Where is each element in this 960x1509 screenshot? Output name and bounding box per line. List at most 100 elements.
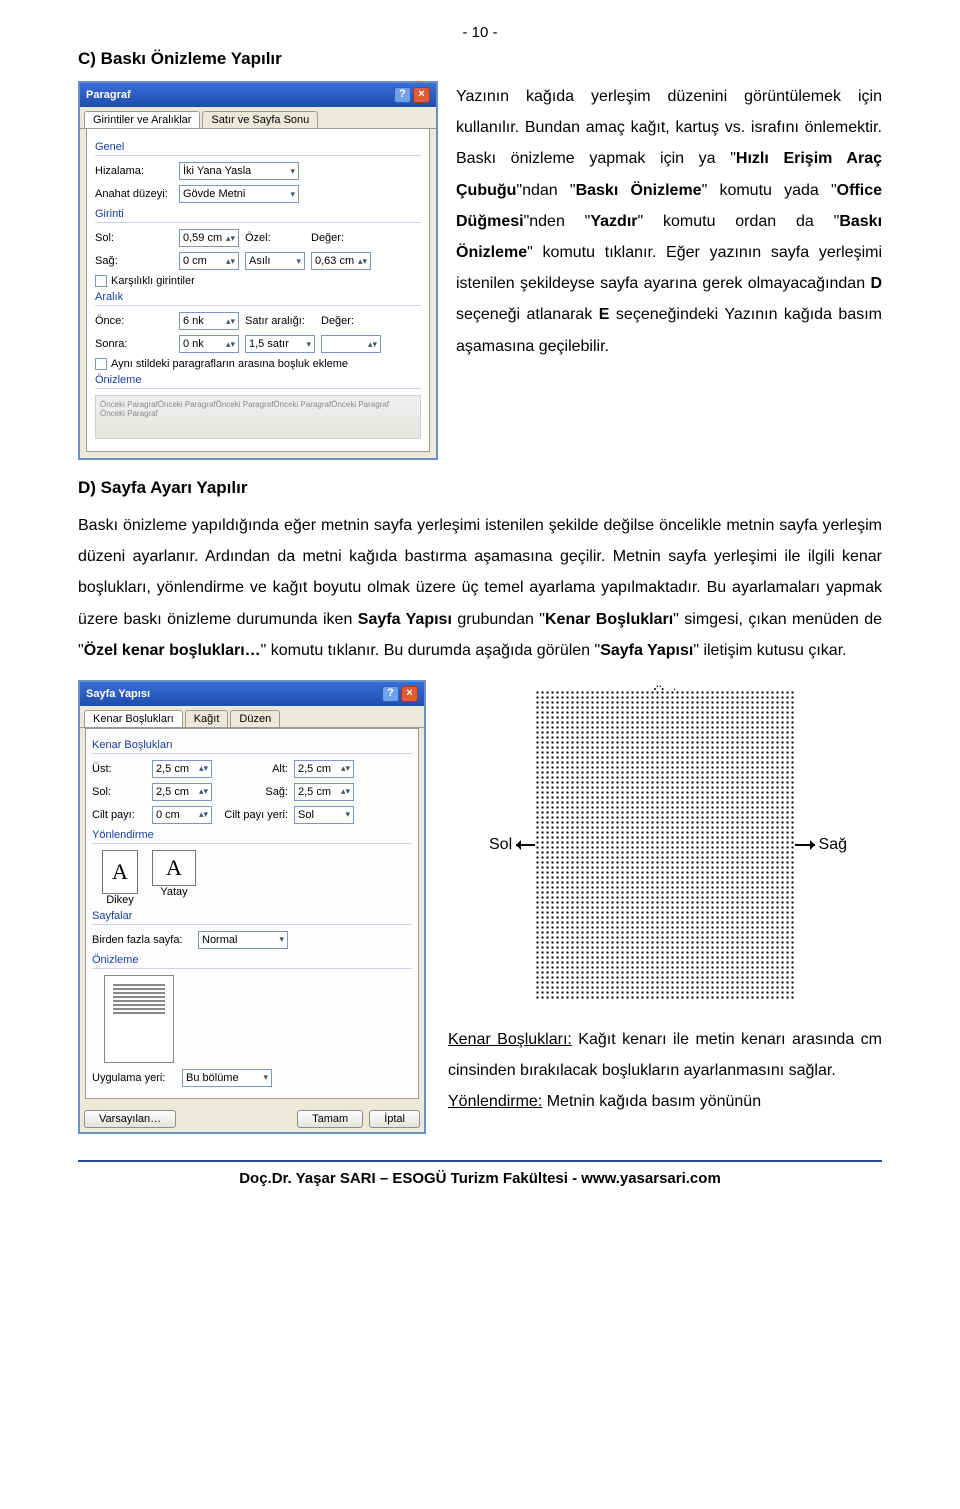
paragraf-title: Paragraf (86, 89, 131, 101)
chevron-down-icon: ▾ (306, 339, 311, 350)
page-number: - 10 - (78, 24, 882, 41)
document-page: - 10 - C) Baskı Önizleme Yapılır Paragra… (0, 0, 960, 1203)
margin-diagram-column: Üst Sol Sağ Alt Kenar Boşluklar (448, 680, 882, 1134)
chevron-down-icon: ▾ (345, 809, 350, 820)
sonra-spin[interactable]: 0 nk▴▾ (179, 335, 239, 353)
yonlendirme-text: Metnin kağıda basım yönünün (542, 1093, 761, 1110)
group-aralik: Aralık (95, 291, 421, 306)
help-icon[interactable]: ? (382, 686, 399, 702)
chevron-down-icon: ▾ (279, 934, 284, 945)
sag2-spin[interactable]: 2,5 cm ▴▾ (294, 783, 354, 801)
close-icon[interactable]: × (401, 686, 418, 702)
ls-value: 1,5 satır (249, 338, 289, 350)
tab-kenar[interactable]: Kenar Boşlukları (84, 710, 183, 727)
tab-girintiler[interactable]: Girintiler ve Aralıklar (84, 111, 200, 128)
spinner-icon: ▴▾ (199, 763, 208, 774)
ust-value: 2,5 cm (156, 763, 189, 775)
preview-box: Önceki ParagrafÖnceki ParagrafÖnceki Par… (95, 395, 421, 439)
chevron-down-icon: ▾ (290, 166, 295, 177)
birden-value: Normal (202, 934, 237, 946)
spinner-icon: ▴▾ (341, 763, 350, 774)
asili-combo[interactable]: Asılı ▾ (245, 252, 305, 270)
ust-spin[interactable]: 2,5 cm ▴▾ (152, 760, 212, 778)
chk-aynistil[interactable]: Aynı stildeki paragrafların arasına boşl… (95, 358, 421, 370)
orient-dikey[interactable]: ADikey (102, 850, 138, 906)
sol-label: Sol: (92, 786, 146, 798)
hizalama-value: İki Yana Yasla (183, 165, 251, 177)
margin-diagram: Üst Sol Sağ Alt (535, 690, 795, 1000)
paragraf-titlebar: Paragraf ? × (80, 83, 436, 107)
page-portrait-icon: A (102, 850, 138, 894)
anahat-label: Anahat düzeyi: (95, 188, 173, 200)
sag-spin[interactable]: 0 cm▴▾ (179, 252, 239, 270)
cilt-spin[interactable]: 0 cm ▴▾ (152, 806, 212, 824)
sol-margin-label: Sol (489, 836, 512, 854)
chk-karsilikli[interactable]: Karşılıklı girintiler (95, 275, 421, 287)
spinner-icon: ▴▾ (368, 339, 377, 350)
alt-value: 2,5 cm (298, 763, 331, 775)
body-paragraph: Baskı önizleme yapıldığında eğer metnin … (78, 510, 882, 666)
birden-combo[interactable]: Normal ▾ (198, 931, 288, 949)
once-spin[interactable]: 6 nk▴▾ (179, 312, 239, 330)
ciltyer-combo[interactable]: Sol▾ (294, 806, 354, 824)
chevron-down-icon: ▾ (290, 189, 295, 200)
ust-label: Üst: (92, 763, 146, 775)
spinner-icon: ▴▾ (341, 786, 350, 797)
chk-aynistil-label: Aynı stildeki paragrafların arasına boşl… (111, 358, 348, 370)
hizalama-combo[interactable]: İki Yana Yasla ▾ (179, 162, 299, 180)
titlebar-buttons: ? × (394, 87, 430, 103)
spinner-icon: ▴▾ (199, 809, 208, 820)
sag-margin-label: Sağ (819, 836, 847, 854)
bottom-row: Sayfa Yapısı ? × Kenar Boşlukları Kağıt … (78, 680, 882, 1134)
group-onizleme: Önizleme (95, 374, 421, 389)
spinner-icon: ▴▾ (226, 256, 235, 267)
help-icon[interactable]: ? (394, 87, 411, 103)
ozel-label: Özel: (245, 232, 305, 244)
iptal-button[interactable]: İptal (369, 1110, 420, 1128)
satiraraligi-label: Satır aralığı: (245, 315, 315, 327)
once-value: 6 nk (183, 315, 204, 327)
alt-spin[interactable]: 2,5 cm ▴▾ (294, 760, 354, 778)
sol2-value: 2,5 cm (156, 786, 189, 798)
dikey-label: Dikey (102, 894, 138, 906)
orientation-row: ADikey AYatay (102, 850, 412, 906)
chevron-down-icon: ▾ (263, 1072, 268, 1083)
tab-satirsayfa[interactable]: Satır ve Sayfa Sonu (202, 111, 318, 128)
text-region-icon (535, 690, 795, 1000)
asili-deg-spin[interactable]: 0,63 cm ▴▾ (311, 252, 371, 270)
cilt-value: 0 cm (156, 809, 180, 821)
sayfa-tabs: Kenar Boşlukları Kağıt Düzen (80, 706, 424, 728)
titlebar-buttons: ? × (382, 686, 418, 702)
preview-page-icon (104, 975, 174, 1063)
asili-deg-value: 0,63 cm (315, 255, 354, 267)
page-landscape-icon: A (152, 850, 196, 886)
spinner-icon: ▴▾ (358, 256, 367, 267)
uyg-combo[interactable]: Bu bölüme▾ (182, 1069, 272, 1087)
tamam-button[interactable]: Tamam (297, 1110, 363, 1128)
yonlendirme-label: Yönlendirme: (448, 1093, 542, 1110)
asili-value: Asılı (249, 255, 270, 267)
varsayilan-button[interactable]: Varsayılan… (84, 1110, 176, 1128)
ls-combo[interactable]: 1,5 satır ▾ (245, 335, 315, 353)
paragraf-tabs: Girintiler ve Aralıklar Satır ve Sayfa S… (80, 107, 436, 129)
anahat-combo[interactable]: Gövde Metni▾ (179, 185, 299, 203)
sayfa-title: Sayfa Yapısı (86, 688, 150, 700)
checkbox-icon (95, 275, 107, 287)
ls-deg-spin[interactable]: ▴▾ (321, 335, 381, 353)
cilt-label: Cilt payı: (92, 809, 146, 821)
orient-yatay[interactable]: AYatay (152, 850, 196, 906)
tab-duzen[interactable]: Düzen (230, 710, 280, 727)
sayfa-panel: Kenar Boşlukları Üst: 2,5 cm▴▾ Alt: 2,5 … (85, 728, 419, 1099)
paragraf-panel: Genel Hizalama: İki Yana Yasla▾ Anahat d… (86, 129, 430, 452)
close-icon[interactable]: × (413, 87, 430, 103)
chevron-down-icon: ▾ (296, 256, 301, 267)
sol2-spin[interactable]: 2,5 cm▴▾ (152, 783, 212, 801)
sag2-value: 2,5 cm (298, 786, 331, 798)
hizalama-label: Hizalama: (95, 165, 173, 177)
sayfa-dialog: Sayfa Yapısı ? × Kenar Boşlukları Kağıt … (78, 680, 426, 1134)
once-label: Önce: (95, 315, 173, 327)
group-sayfalar: Sayfalar (92, 910, 412, 925)
sol-spin[interactable]: 0,59 cm▴▾ (179, 229, 239, 247)
tab-kagit[interactable]: Kağıt (185, 710, 229, 727)
sol-value: 0,59 cm (183, 232, 222, 244)
